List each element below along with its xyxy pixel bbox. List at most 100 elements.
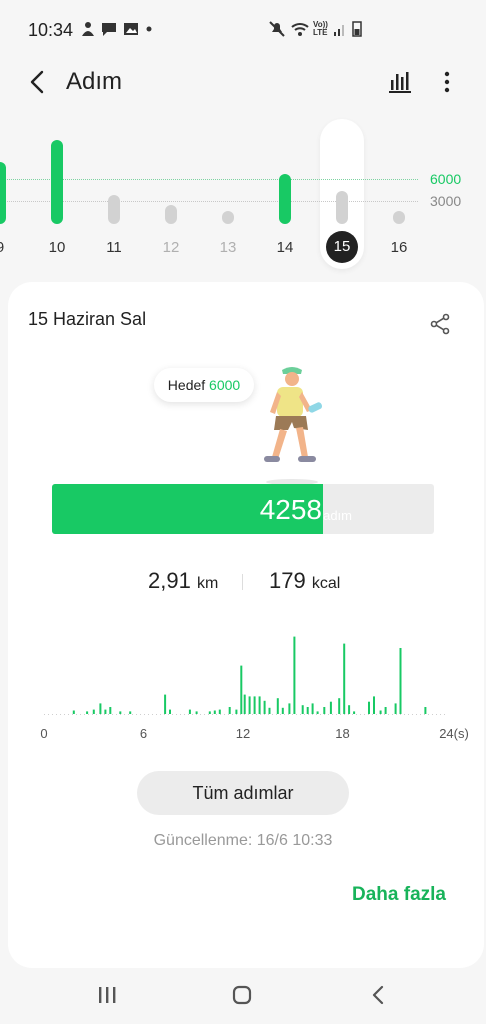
hourly-bar (316, 711, 319, 714)
back-nav-icon[interactable] (368, 984, 390, 1006)
hourly-bar (368, 701, 370, 714)
mid-line-label: 3000 (430, 193, 462, 209)
bixby-icon (82, 22, 94, 36)
hourly-bar (353, 711, 356, 714)
steps-unit: adım (323, 508, 352, 523)
hourly-bar (240, 665, 243, 714)
message-icon (102, 23, 116, 36)
hourly-bar (195, 711, 198, 714)
hourly-bar (243, 694, 246, 714)
hourly-bar (99, 703, 102, 714)
stat-divider (242, 574, 243, 590)
hourly-bar (235, 709, 238, 714)
dot-icon (146, 26, 152, 32)
home-icon[interactable] (231, 984, 253, 1006)
page-title: Adım (66, 68, 123, 95)
hourly-bar (424, 707, 427, 714)
goal-bubble: Hedef 6000 (154, 368, 254, 402)
signal-icon (334, 25, 344, 36)
calories-stat: 179 kcal (269, 568, 340, 594)
hourly-bar (306, 707, 309, 714)
goal-line-label: 6000 (430, 171, 462, 187)
hourly-bar (281, 707, 284, 714)
hourly-bar (399, 648, 402, 714)
hourly-bar (323, 707, 326, 714)
day-label[interactable]: 11 (99, 239, 129, 256)
distance-stat: 2,91 km (148, 568, 218, 594)
day-label[interactable]: 13 (213, 239, 243, 256)
day-bar-15[interactable] (336, 191, 348, 224)
day-bar-10[interactable] (51, 140, 63, 224)
hourly-bar (213, 710, 216, 714)
hourly-bar (218, 709, 221, 714)
x-tick-label: 24(s) (439, 726, 469, 741)
hourly-bar (72, 710, 75, 714)
hourly-bar (253, 696, 256, 714)
hourly-bar (276, 698, 279, 714)
more-options-icon[interactable] (432, 68, 462, 96)
day-bar-9[interactable] (0, 162, 6, 224)
hourly-bar (338, 698, 341, 714)
bar-chart-icon[interactable] (386, 68, 416, 96)
share-icon[interactable] (428, 312, 452, 336)
hourly-bar (258, 696, 261, 714)
hourly-bar (208, 711, 211, 714)
x-tick-label: 18 (335, 726, 349, 741)
back-button[interactable] (22, 66, 52, 98)
app-bar: Adım (0, 60, 486, 106)
gallery-icon (124, 23, 138, 35)
day-label[interactable]: 9 (0, 239, 15, 256)
hourly-bar (288, 703, 291, 714)
goal-prefix: Hedef (167, 377, 206, 393)
recent-apps-icon[interactable] (96, 984, 118, 1006)
hourly-bar (329, 701, 332, 714)
hourly-bar (228, 707, 231, 714)
status-time: 10:34 (28, 20, 74, 40)
hourly-bar (104, 709, 107, 714)
battery-icon (352, 21, 362, 37)
day-bar-12[interactable] (165, 205, 177, 224)
hourly-steps-chart: 0 6 12 18 24(s) (40, 636, 469, 741)
day-bar-11[interactable] (108, 195, 120, 224)
day-label-selected[interactable]: 15 (326, 231, 358, 263)
hourly-bar (248, 696, 251, 714)
hourly-bar (92, 709, 95, 714)
steps-progress-bar: 4258 adım (52, 484, 434, 534)
x-tick-label: 6 (140, 726, 147, 741)
hourly-bar (109, 707, 112, 714)
day-label[interactable]: 10 (42, 239, 72, 256)
hourly-bar (348, 705, 351, 714)
day-label[interactable]: 16 (384, 239, 414, 256)
x-tick-label: 0 (40, 726, 47, 741)
hourly-bar (394, 703, 397, 714)
date-title: 15 Haziran Sal (28, 309, 147, 329)
hourly-bar (268, 707, 271, 714)
hourly-bar (164, 694, 167, 714)
day-bar-14[interactable] (279, 174, 291, 224)
day-bar-13[interactable] (222, 211, 234, 224)
hourly-bar (169, 709, 171, 714)
updated-time: Güncellenme: 16/6 10:33 (153, 832, 333, 849)
week-chart: 6000 3000 9 10 11 12 13 14 15 16 (0, 110, 486, 280)
day-label[interactable]: 14 (270, 239, 300, 256)
walker-illustration (264, 367, 323, 485)
steps-count: 4258 (259, 494, 322, 525)
hourly-bar (188, 709, 191, 714)
x-tick-label: 12 (236, 726, 250, 741)
status-bar: 10:34 Vo)) LTE (0, 0, 486, 60)
mute-icon (269, 21, 285, 37)
hourly-bar (343, 643, 346, 714)
calories-value: 179 (269, 568, 306, 593)
more-link[interactable]: Daha fazla (352, 884, 446, 906)
day-bar-16[interactable] (393, 211, 405, 224)
navigation-bar (0, 968, 486, 1024)
hourly-bar (263, 700, 266, 714)
all-steps-button[interactable]: Tüm adımlar (137, 771, 349, 815)
hourly-bar (311, 703, 314, 714)
hourly-bar (119, 711, 122, 714)
hourly-bar (379, 710, 382, 714)
wifi-icon (291, 23, 309, 36)
day-label[interactable]: 12 (156, 239, 186, 256)
distance-unit: km (196, 575, 219, 592)
hourly-bar (129, 711, 132, 714)
